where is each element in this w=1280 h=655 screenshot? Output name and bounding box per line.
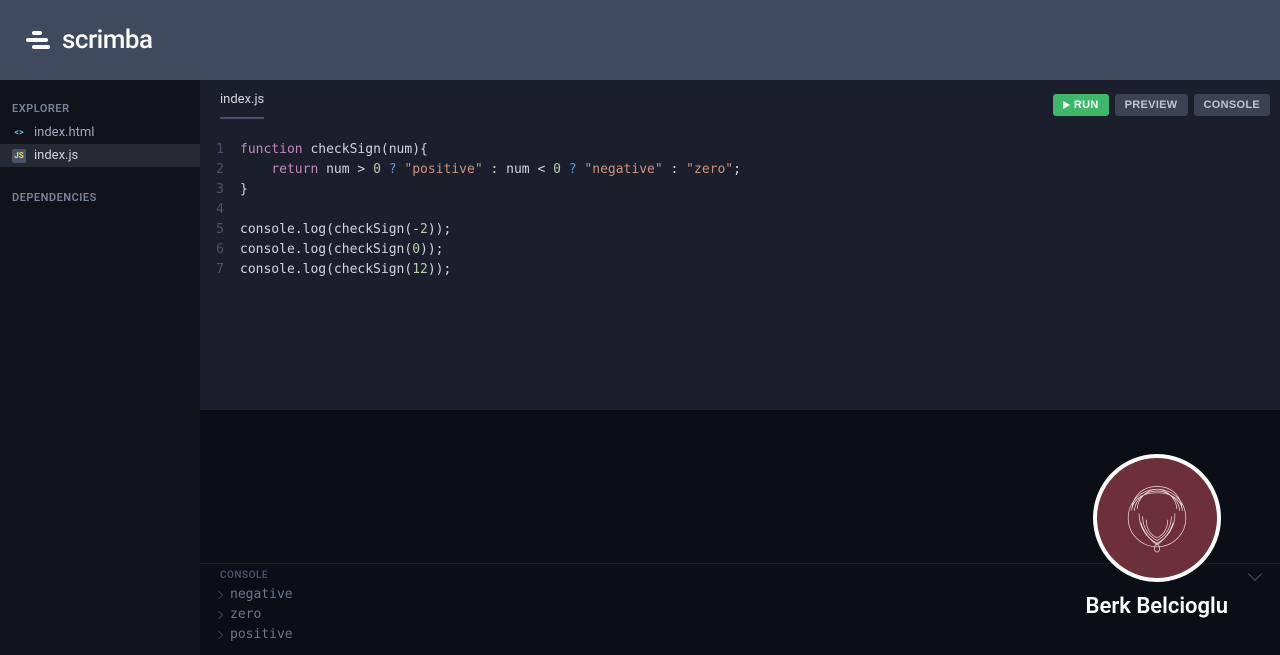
- brand-logo[interactable]: scrimba: [32, 25, 153, 55]
- presenter-avatar: [1093, 454, 1221, 582]
- file-item-index-js[interactable]: JS index.js: [0, 144, 200, 167]
- action-buttons: RUN PREVIEW CONSOLE: [1053, 94, 1270, 116]
- app-header: scrimba: [0, 0, 1280, 80]
- console-text: negative: [230, 585, 293, 605]
- line-number: 4: [200, 200, 240, 220]
- sidebar: EXPLORER <> index.html JS index.js DEPEN…: [0, 80, 200, 655]
- run-button[interactable]: RUN: [1053, 94, 1109, 116]
- code-line: 6 console.log(checkSign(0));: [200, 240, 1280, 260]
- code-line: 1 function checkSign(num){: [200, 140, 1280, 160]
- console-arrow-icon: [215, 591, 223, 599]
- console-label: CONSOLE: [1204, 99, 1261, 111]
- code-editor[interactable]: 1 function checkSign(num){ 2 return num …: [200, 120, 1280, 410]
- code-line: 7 console.log(checkSign(12));: [200, 260, 1280, 280]
- line-number: 6: [200, 240, 240, 260]
- presenter-name: Berk Belcioglu: [1086, 594, 1228, 619]
- file-item-index-html[interactable]: <> index.html: [0, 121, 200, 144]
- chevron-down-icon[interactable]: [1248, 566, 1262, 580]
- code-line: 5 console.log(checkSign(-2));: [200, 220, 1280, 240]
- js-file-icon: JS: [12, 149, 26, 163]
- file-name: index.js: [34, 148, 78, 163]
- console-title: CONSOLE: [220, 570, 268, 581]
- preview-button[interactable]: PREVIEW: [1115, 94, 1188, 116]
- tab-bar: index.js RUN PREVIEW CONSOLE: [200, 80, 1280, 120]
- explorer-heading: EXPLORER: [0, 96, 200, 121]
- tab-index-js[interactable]: index.js: [220, 92, 264, 119]
- preview-label: PREVIEW: [1125, 99, 1178, 111]
- console-line: positive: [214, 625, 1260, 645]
- console-text: positive: [230, 625, 293, 645]
- file-name: index.html: [34, 125, 94, 140]
- console-arrow-icon: [215, 611, 223, 619]
- line-number: 1: [200, 140, 240, 160]
- line-number: 2: [200, 160, 240, 180]
- code-line: 2 return num > 0 ? "positive" : num < 0 …: [200, 160, 1280, 180]
- avatar-illustration-icon: [1112, 473, 1202, 563]
- line-number: 3: [200, 180, 240, 200]
- dependencies-heading: DEPENDENCIES: [0, 185, 200, 210]
- brand-name: scrimba: [62, 25, 153, 55]
- console-arrow-icon: [215, 631, 223, 639]
- play-icon: [1063, 101, 1070, 109]
- code-line: 3 }: [200, 180, 1280, 200]
- presenter-overlay: Berk Belcioglu: [1086, 454, 1228, 619]
- console-text: zero: [230, 605, 261, 625]
- scrimba-logo-icon: [32, 31, 50, 49]
- console-tab-button[interactable]: CONSOLE: [1194, 94, 1271, 116]
- line-number: 7: [200, 260, 240, 280]
- html-file-icon: <>: [12, 126, 26, 140]
- line-number: 5: [200, 220, 240, 240]
- code-line: 4: [200, 200, 1280, 220]
- run-label: RUN: [1074, 99, 1099, 111]
